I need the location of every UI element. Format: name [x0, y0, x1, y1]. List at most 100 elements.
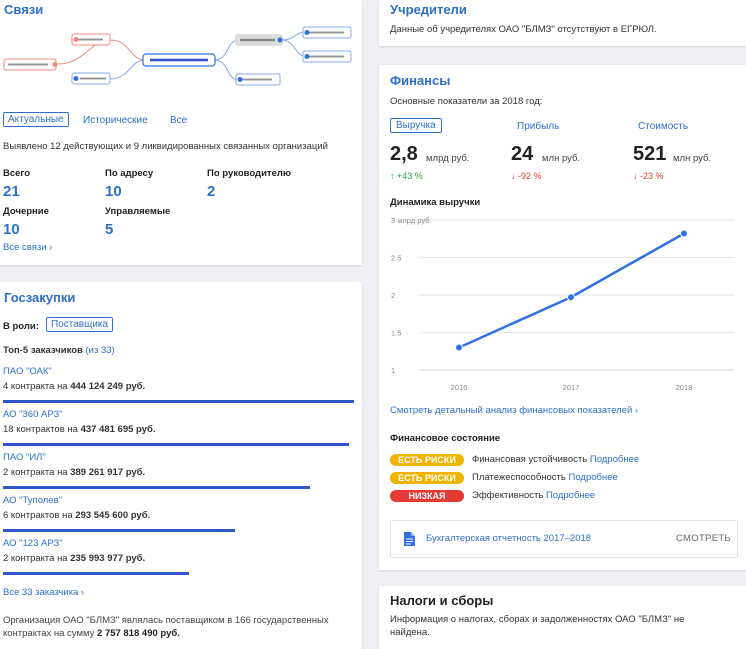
customer-contracts: 6 контрактов на 293 545 600 руб.: [3, 510, 150, 521]
customer-name[interactable]: АО "360 АРЗ": [3, 409, 63, 420]
y-tick-label: 2: [391, 291, 395, 300]
tab-actual[interactable]: Актуальные: [3, 112, 69, 127]
customer-amount: 389 261 917 руб.: [70, 467, 146, 478]
x-tick-label: 2018: [676, 383, 693, 392]
stat-subsidiary-label: Дочерние: [3, 206, 49, 217]
value-value: 521: [633, 143, 667, 165]
data-point[interactable]: [455, 343, 463, 352]
chevron-right-icon: ›: [80, 587, 84, 597]
x-tick-label: 2017: [563, 383, 580, 392]
all-customers-label: Все 33 заказчика: [3, 587, 79, 598]
customer-contracts-prefix: 2 контракта на: [3, 467, 68, 478]
state-more-link[interactable]: Подробнее: [569, 472, 618, 483]
state-label: Платежеспособность: [472, 472, 566, 483]
customer-amount: 235 993 977 руб.: [70, 553, 146, 564]
taxes-text-line2: найдена.: [390, 627, 430, 638]
founders-text: Данные об учредителях ОАО "БЛМЗ" отсутст…: [390, 24, 657, 35]
state-row-text: Финансовая устойчивость Подробнее: [472, 454, 639, 465]
metric-profit-tab[interactable]: Прибыль: [517, 121, 559, 132]
customer-contracts: 2 контракта на 235 993 977 руб.: [3, 553, 145, 564]
profit-change: ↓ -92 %: [511, 171, 542, 181]
customer-name[interactable]: ПАО "ИЛ": [3, 452, 46, 463]
state-more-link[interactable]: Подробнее: [590, 454, 639, 465]
finance-card: Финансы Основные показатели за 2018 год:…: [379, 65, 746, 570]
value-change: ↓ -23 %: [633, 171, 664, 181]
customer-contracts-prefix: 4 контракта на: [3, 381, 68, 392]
procurement-footer-line2: контрактах на сумму 2 757 818 490 руб.: [3, 628, 180, 639]
finance-subtitle: Основные показатели за 2018 год:: [390, 96, 543, 107]
metric-value-tab[interactable]: Стоимость: [638, 121, 688, 132]
revenue-value: 2,8: [390, 143, 418, 165]
customer-amount: 444 124 249 руб.: [70, 381, 146, 392]
stat-total-label: Всего: [3, 168, 31, 179]
footer-amount: 2 757 818 490 руб.: [97, 628, 180, 639]
customer-share-bar: [3, 572, 189, 575]
y-tick-label: 3 млрд руб.: [391, 216, 432, 225]
report-text[interactable]: Бухгалтерская отчетность 2017–2018: [426, 533, 591, 544]
stat-address-label: По адресу: [105, 168, 154, 179]
document-icon: [404, 532, 415, 546]
state-more-link[interactable]: Подробнее: [546, 490, 595, 501]
role-supplier-button[interactable]: Поставщика: [46, 317, 114, 332]
y-tick-label: 2.5: [391, 254, 401, 263]
data-point[interactable]: [567, 293, 575, 302]
tab-all[interactable]: Все: [170, 115, 187, 126]
customer-contracts-prefix: 18 контрактов на: [3, 424, 78, 435]
profit-unit: млн руб.: [542, 153, 581, 164]
customer-contracts-prefix: 2 контракта на: [3, 553, 68, 564]
procurement-title: Госзакупки: [4, 290, 76, 305]
revenue-chart: 1 1.5 2 2.5 3 млрд руб. 2016 2017 2018: [391, 216, 734, 392]
tab-historical[interactable]: Исторические: [83, 115, 148, 126]
top-customers-label: Топ-5 заказчиков: [3, 345, 83, 356]
revenue-unit: млрд руб.: [426, 153, 470, 164]
customer-contracts: 18 контрактов на 437 481 695 руб.: [3, 424, 156, 435]
footer-prefix: контрактах на сумму: [3, 628, 95, 639]
chart-title: Динамика выручки: [390, 197, 481, 208]
stat-subsidiary-value[interactable]: 10: [3, 221, 20, 238]
stat-managed-value[interactable]: 5: [105, 221, 113, 238]
links-graph[interactable]: [0, 24, 362, 96]
customer-name[interactable]: АО "123 АРЗ": [3, 538, 63, 549]
chevron-right-icon: ›: [49, 242, 53, 252]
links-card: Связи Актуальные Исторические Все Выявле…: [0, 0, 362, 265]
customer-amount: 293 545 600 руб.: [75, 510, 151, 521]
taxes-text-line1: Информация о налогах, сборах и задолженн…: [390, 614, 685, 625]
data-point[interactable]: [680, 229, 688, 238]
role-label: В роли:: [3, 321, 39, 332]
revenue-change: ↑ +43 %: [390, 171, 423, 181]
procurement-card: Госзакупки В роли: Поставщика Топ-5 зака…: [0, 282, 362, 649]
detail-analysis-link[interactable]: Смотреть детальный анализ финансовых пок…: [390, 405, 638, 416]
profit-value: 24: [511, 143, 534, 165]
stat-total-value[interactable]: 21: [3, 183, 20, 200]
finance-title: Финансы: [390, 73, 451, 88]
stat-address-value[interactable]: 10: [105, 183, 122, 200]
detail-analysis-label: Смотреть детальный анализ финансовых пок…: [390, 405, 633, 416]
customer-contracts-prefix: 6 контрактов на: [3, 510, 73, 521]
stat-head-label: По руководителю: [207, 168, 292, 179]
y-tick-label: 1.5: [391, 329, 401, 338]
customer-name[interactable]: ПАО "ОАК": [3, 366, 52, 377]
procurement-footer-line1: Организация ОАО "БЛМЗ" являлась поставщи…: [3, 615, 329, 626]
stat-head-value[interactable]: 2: [207, 183, 215, 200]
customer-name[interactable]: АО "Туполев": [3, 495, 62, 506]
state-row-text: Платежеспособность Подробнее: [472, 472, 618, 483]
founders-title: Учредители: [390, 2, 467, 17]
metric-revenue-tab[interactable]: Выручка: [390, 118, 442, 133]
x-tick-label: 2016: [451, 383, 468, 392]
state-row-text: Эффективность Подробнее: [472, 490, 595, 501]
top-customers-count[interactable]: (из 33): [86, 345, 115, 356]
customer-contracts: 4 контракта на 444 124 249 руб.: [3, 381, 145, 392]
state-badge: ЕСТЬ РИСКИ: [390, 454, 464, 466]
stat-managed-label: Управляемые: [105, 206, 171, 217]
value-unit: млн руб.: [673, 153, 712, 164]
links-title: Связи: [4, 2, 44, 17]
state-title: Финансовое состояние: [390, 433, 501, 444]
customer-amount: 437 481 695 руб.: [80, 424, 156, 435]
all-customers-link[interactable]: Все 33 заказчика ›: [3, 587, 84, 598]
state-badge: НИЗКАЯ: [390, 490, 464, 502]
report-view-button[interactable]: СМОТРЕТЬ: [676, 533, 731, 544]
report-box[interactable]: Бухгалтерская отчетность 2017–2018 СМОТР…: [390, 520, 738, 558]
links-summary: Выявлено 12 действующих и 9 ликвидирован…: [3, 141, 328, 152]
customer-share-bar: [3, 529, 235, 532]
all-links-link[interactable]: Все связи ›: [3, 242, 52, 253]
